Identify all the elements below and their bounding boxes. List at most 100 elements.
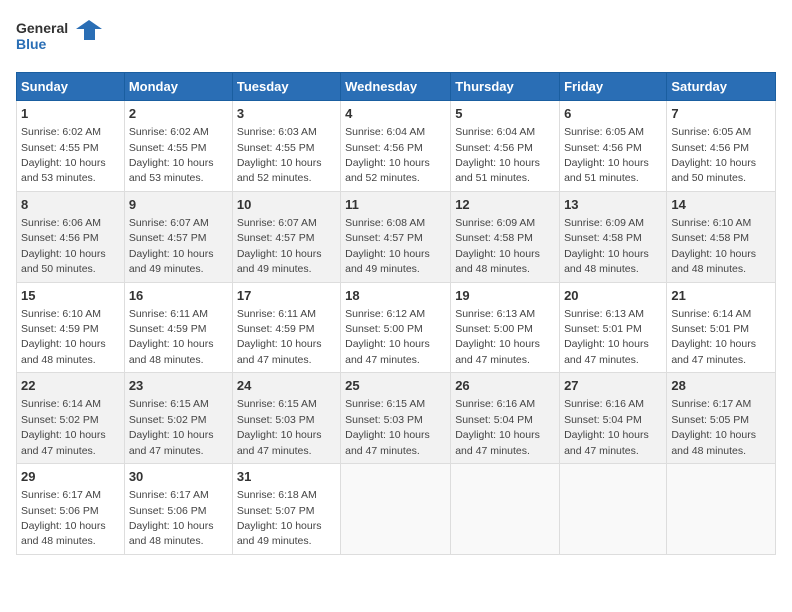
calendar-day-3: 3 Sunrise: 6:03 AMSunset: 4:55 PMDayligh… xyxy=(232,101,340,192)
day-number: 17 xyxy=(237,287,336,305)
empty-cell xyxy=(560,464,667,555)
day-number: 4 xyxy=(345,105,446,123)
day-number: 25 xyxy=(345,377,446,395)
header-friday: Friday xyxy=(560,73,667,101)
day-number: 3 xyxy=(237,105,336,123)
day-number: 9 xyxy=(129,196,228,214)
page-header: General Blue xyxy=(16,16,776,60)
day-info: Sunrise: 6:14 AMSunset: 5:02 PMDaylight:… xyxy=(21,398,106,456)
day-info: Sunrise: 6:17 AMSunset: 5:06 PMDaylight:… xyxy=(21,489,106,547)
day-number: 19 xyxy=(455,287,555,305)
svg-text:Blue: Blue xyxy=(16,36,47,52)
day-number: 6 xyxy=(564,105,662,123)
day-info: Sunrise: 6:06 AMSunset: 4:56 PMDaylight:… xyxy=(21,217,106,275)
calendar-week-5: 29 Sunrise: 6:17 AMSunset: 5:06 PMDaylig… xyxy=(17,464,776,555)
calendar-week-1: 1 Sunrise: 6:02 AMSunset: 4:55 PMDayligh… xyxy=(17,101,776,192)
calendar-day-11: 11 Sunrise: 6:08 AMSunset: 4:57 PMDaylig… xyxy=(341,191,451,282)
day-number: 2 xyxy=(129,105,228,123)
calendar-day-4: 4 Sunrise: 6:04 AMSunset: 4:56 PMDayligh… xyxy=(341,101,451,192)
calendar-day-24: 24 Sunrise: 6:15 AMSunset: 5:03 PMDaylig… xyxy=(232,373,340,464)
day-number: 29 xyxy=(21,468,120,486)
svg-text:General: General xyxy=(16,20,68,36)
calendar-day-17: 17 Sunrise: 6:11 AMSunset: 4:59 PMDaylig… xyxy=(232,282,340,373)
header-thursday: Thursday xyxy=(451,73,560,101)
calendar-day-6: 6 Sunrise: 6:05 AMSunset: 4:56 PMDayligh… xyxy=(560,101,667,192)
day-info: Sunrise: 6:07 AMSunset: 4:57 PMDaylight:… xyxy=(237,217,322,275)
day-info: Sunrise: 6:09 AMSunset: 4:58 PMDaylight:… xyxy=(564,217,649,275)
day-number: 14 xyxy=(671,196,771,214)
calendar-week-3: 15 Sunrise: 6:10 AMSunset: 4:59 PMDaylig… xyxy=(17,282,776,373)
day-number: 12 xyxy=(455,196,555,214)
day-info: Sunrise: 6:08 AMSunset: 4:57 PMDaylight:… xyxy=(345,217,430,275)
day-number: 24 xyxy=(237,377,336,395)
calendar-day-12: 12 Sunrise: 6:09 AMSunset: 4:58 PMDaylig… xyxy=(451,191,560,282)
day-info: Sunrise: 6:05 AMSunset: 4:56 PMDaylight:… xyxy=(671,126,756,184)
day-number: 16 xyxy=(129,287,228,305)
day-number: 27 xyxy=(564,377,662,395)
calendar-day-23: 23 Sunrise: 6:15 AMSunset: 5:02 PMDaylig… xyxy=(124,373,232,464)
day-info: Sunrise: 6:17 AMSunset: 5:06 PMDaylight:… xyxy=(129,489,214,547)
header-saturday: Saturday xyxy=(667,73,776,101)
header-sunday: Sunday xyxy=(17,73,125,101)
calendar-day-22: 22 Sunrise: 6:14 AMSunset: 5:02 PMDaylig… xyxy=(17,373,125,464)
calendar-day-8: 8 Sunrise: 6:06 AMSunset: 4:56 PMDayligh… xyxy=(17,191,125,282)
day-info: Sunrise: 6:18 AMSunset: 5:07 PMDaylight:… xyxy=(237,489,322,547)
day-number: 30 xyxy=(129,468,228,486)
calendar-week-2: 8 Sunrise: 6:06 AMSunset: 4:56 PMDayligh… xyxy=(17,191,776,282)
day-number: 8 xyxy=(21,196,120,214)
day-info: Sunrise: 6:03 AMSunset: 4:55 PMDaylight:… xyxy=(237,126,322,184)
day-info: Sunrise: 6:15 AMSunset: 5:02 PMDaylight:… xyxy=(129,398,214,456)
calendar-day-9: 9 Sunrise: 6:07 AMSunset: 4:57 PMDayligh… xyxy=(124,191,232,282)
day-number: 5 xyxy=(455,105,555,123)
calendar-day-18: 18 Sunrise: 6:12 AMSunset: 5:00 PMDaylig… xyxy=(341,282,451,373)
day-number: 23 xyxy=(129,377,228,395)
calendar-day-10: 10 Sunrise: 6:07 AMSunset: 4:57 PMDaylig… xyxy=(232,191,340,282)
day-number: 28 xyxy=(671,377,771,395)
day-number: 18 xyxy=(345,287,446,305)
empty-cell xyxy=(451,464,560,555)
day-info: Sunrise: 6:09 AMSunset: 4:58 PMDaylight:… xyxy=(455,217,540,275)
day-info: Sunrise: 6:11 AMSunset: 4:59 PMDaylight:… xyxy=(129,308,214,366)
calendar-day-31: 31 Sunrise: 6:18 AMSunset: 5:07 PMDaylig… xyxy=(232,464,340,555)
calendar-day-20: 20 Sunrise: 6:13 AMSunset: 5:01 PMDaylig… xyxy=(560,282,667,373)
calendar-day-15: 15 Sunrise: 6:10 AMSunset: 4:59 PMDaylig… xyxy=(17,282,125,373)
day-info: Sunrise: 6:02 AMSunset: 4:55 PMDaylight:… xyxy=(21,126,106,184)
day-info: Sunrise: 6:05 AMSunset: 4:56 PMDaylight:… xyxy=(564,126,649,184)
day-number: 11 xyxy=(345,196,446,214)
calendar-day-13: 13 Sunrise: 6:09 AMSunset: 4:58 PMDaylig… xyxy=(560,191,667,282)
day-info: Sunrise: 6:07 AMSunset: 4:57 PMDaylight:… xyxy=(129,217,214,275)
day-info: Sunrise: 6:02 AMSunset: 4:55 PMDaylight:… xyxy=(129,126,214,184)
header-monday: Monday xyxy=(124,73,232,101)
day-number: 13 xyxy=(564,196,662,214)
logo: General Blue xyxy=(16,16,106,60)
day-number: 15 xyxy=(21,287,120,305)
day-info: Sunrise: 6:17 AMSunset: 5:05 PMDaylight:… xyxy=(671,398,756,456)
day-number: 31 xyxy=(237,468,336,486)
calendar-day-25: 25 Sunrise: 6:15 AMSunset: 5:03 PMDaylig… xyxy=(341,373,451,464)
day-info: Sunrise: 6:10 AMSunset: 4:59 PMDaylight:… xyxy=(21,308,106,366)
day-info: Sunrise: 6:14 AMSunset: 5:01 PMDaylight:… xyxy=(671,308,756,366)
calendar-day-29: 29 Sunrise: 6:17 AMSunset: 5:06 PMDaylig… xyxy=(17,464,125,555)
day-info: Sunrise: 6:04 AMSunset: 4:56 PMDaylight:… xyxy=(455,126,540,184)
day-info: Sunrise: 6:13 AMSunset: 5:01 PMDaylight:… xyxy=(564,308,649,366)
logo-svg: General Blue xyxy=(16,16,106,60)
day-info: Sunrise: 6:15 AMSunset: 5:03 PMDaylight:… xyxy=(237,398,322,456)
calendar-header-row: Sunday Monday Tuesday Wednesday Thursday… xyxy=(17,73,776,101)
empty-cell xyxy=(667,464,776,555)
day-number: 22 xyxy=(21,377,120,395)
calendar-day-19: 19 Sunrise: 6:13 AMSunset: 5:00 PMDaylig… xyxy=(451,282,560,373)
day-number: 1 xyxy=(21,105,120,123)
day-info: Sunrise: 6:13 AMSunset: 5:00 PMDaylight:… xyxy=(455,308,540,366)
day-info: Sunrise: 6:04 AMSunset: 4:56 PMDaylight:… xyxy=(345,126,430,184)
day-info: Sunrise: 6:16 AMSunset: 5:04 PMDaylight:… xyxy=(564,398,649,456)
day-number: 26 xyxy=(455,377,555,395)
calendar-week-4: 22 Sunrise: 6:14 AMSunset: 5:02 PMDaylig… xyxy=(17,373,776,464)
day-number: 21 xyxy=(671,287,771,305)
calendar-day-7: 7 Sunrise: 6:05 AMSunset: 4:56 PMDayligh… xyxy=(667,101,776,192)
calendar-day-1: 1 Sunrise: 6:02 AMSunset: 4:55 PMDayligh… xyxy=(17,101,125,192)
calendar-day-26: 26 Sunrise: 6:16 AMSunset: 5:04 PMDaylig… xyxy=(451,373,560,464)
day-info: Sunrise: 6:12 AMSunset: 5:00 PMDaylight:… xyxy=(345,308,430,366)
day-number: 10 xyxy=(237,196,336,214)
calendar-day-14: 14 Sunrise: 6:10 AMSunset: 4:58 PMDaylig… xyxy=(667,191,776,282)
calendar-day-5: 5 Sunrise: 6:04 AMSunset: 4:56 PMDayligh… xyxy=(451,101,560,192)
